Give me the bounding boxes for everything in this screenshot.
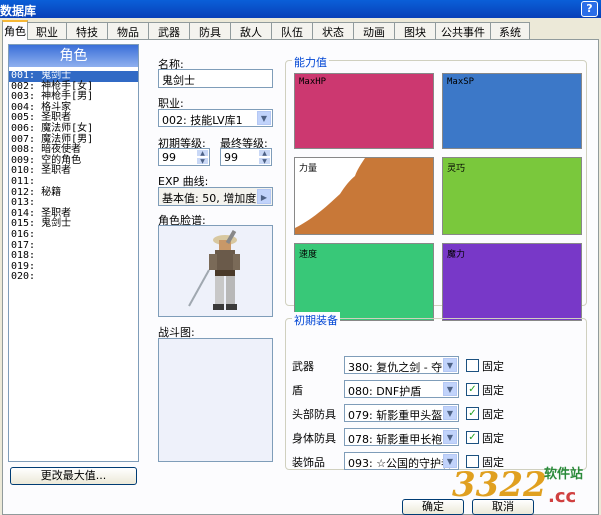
maxsp-curve[interactable]: MaxSP xyxy=(442,73,582,149)
list-item[interactable]: 001: 鬼剑士 xyxy=(9,70,138,82)
tab-troops[interactable]: 队伍 xyxy=(271,22,313,40)
agility-curve[interactable]: 速度 xyxy=(294,243,434,321)
equip-select-value: 380: 复仇之剑 - 夺 xyxy=(348,361,443,374)
final-level-spinner[interactable]: 99 ▲ ▼ xyxy=(220,148,272,166)
tab-animations[interactable]: 动画 xyxy=(353,22,395,40)
agility-label: 速度 xyxy=(299,250,318,260)
chevron-down-icon[interactable]: ▼ xyxy=(443,358,457,372)
spinner-arrows-icon[interactable]: ▲ ▼ xyxy=(196,149,209,165)
equip-select[interactable]: 078: 斩影重甲长袍 ▼ xyxy=(344,428,459,446)
title-bar: 数据库 ? xyxy=(0,0,601,18)
watermark-text: 软件站 xyxy=(544,467,584,482)
chevron-down-icon[interactable]: ▼ xyxy=(257,111,271,125)
equip-select[interactable]: 093: ☆公国的守护者 ▼ xyxy=(344,452,459,470)
equip-select[interactable]: 380: 复仇之剑 - 夺 ▼ xyxy=(344,356,459,374)
tab-states[interactable]: 状态 xyxy=(312,22,354,40)
watermark-number: 3322 xyxy=(452,465,547,505)
window-title: 数据库 xyxy=(0,4,37,18)
character-graphic[interactable] xyxy=(158,225,273,317)
stats-group-title: 能力值 xyxy=(292,54,329,70)
tab-enemies[interactable]: 敌人 xyxy=(230,22,272,40)
fixed-checkbox[interactable]: ✓ xyxy=(466,383,479,396)
fixed-label: 固定 xyxy=(482,432,504,445)
spinner-arrows-icon[interactable]: ▲ ▼ xyxy=(258,149,271,165)
fixed-checkbox[interactable]: ✓ xyxy=(466,431,479,444)
change-max-button[interactable]: 更改最大值... xyxy=(10,467,137,485)
fixed-checkbox[interactable]: ✓ xyxy=(466,407,479,420)
list-item[interactable]: 016: xyxy=(9,229,138,241)
intelligence-label: 魔力 xyxy=(447,250,466,260)
maxhp-label: MaxHP xyxy=(299,77,327,87)
equip-select-value: 078: 斩影重甲长袍 xyxy=(348,433,443,446)
fixed-checkbox[interactable] xyxy=(466,359,479,372)
equip-select[interactable]: 079: 斩影重甲头盔 ▼ xyxy=(344,404,459,422)
help-button[interactable]: ? xyxy=(581,1,598,17)
list-item[interactable]: 011: xyxy=(9,176,138,188)
maxsp-label: MaxSP xyxy=(447,77,475,87)
equipment-group-title: 初期装备 xyxy=(292,312,340,328)
initial-level-value: 99 xyxy=(162,151,176,164)
chevron-down-icon[interactable]: ▼ xyxy=(443,382,457,396)
list-item[interactable]: 020: xyxy=(9,272,138,283)
exp-curve-value: 基本值: 50, 增加度 xyxy=(162,192,257,205)
equip-select-value: 079: 斩影重甲头盔 xyxy=(348,409,443,422)
list-item[interactable]: 006: 魔法师[女] xyxy=(9,123,138,135)
actor-list[interactable]: 角色 001: 鬼剑士 002: 神枪手[女] 003: 神枪手[男] 004: 格斗… xyxy=(8,44,139,462)
swordsman-sprite xyxy=(188,229,240,310)
chevron-down-icon[interactable]: ▼ xyxy=(443,406,457,420)
chevron-right-icon[interactable]: ▶ xyxy=(257,189,271,204)
tab-common-events[interactable]: 公共事件 xyxy=(435,22,491,40)
name-input[interactable]: 鬼剑士 xyxy=(158,69,273,88)
maxhp-curve[interactable]: MaxHP xyxy=(294,73,434,149)
intelligence-curve[interactable]: 魔力 xyxy=(442,243,582,321)
class-select[interactable]: 002: 技能LV库1 ▼ xyxy=(158,109,273,127)
chevron-down-icon[interactable]: ▼ xyxy=(443,430,457,444)
strength-label: 力量 xyxy=(299,164,318,174)
tab-actors[interactable]: 角色 xyxy=(2,20,28,40)
equip-slot-label: 头部防具 xyxy=(292,408,336,421)
dexterity-label: 灵巧 xyxy=(447,164,466,174)
tab-system[interactable]: 系统 xyxy=(490,22,530,40)
tab-armors[interactable]: 防具 xyxy=(189,22,231,40)
equip-slot-label: 盾 xyxy=(292,384,303,397)
tab-tilesets[interactable]: 图块 xyxy=(394,22,436,40)
fixed-label: 固定 xyxy=(482,384,504,397)
tab-weapons[interactable]: 武器 xyxy=(148,22,190,40)
actor-list-header: 角色 xyxy=(9,45,138,67)
initial-level-spinner[interactable]: 99 ▲ ▼ xyxy=(158,148,210,166)
tab-items[interactable]: 物品 xyxy=(107,22,149,40)
equip-slot-label: 装饰品 xyxy=(292,456,325,469)
final-level-value: 99 xyxy=(224,151,238,164)
dexterity-curve[interactable]: 灵巧 xyxy=(442,157,582,235)
equip-slot-label: 身体防具 xyxy=(292,432,336,445)
equip-select-value: 080: DNF护盾 xyxy=(348,385,422,398)
class-select-value: 002: 技能LV库1 xyxy=(162,114,243,127)
tab-bar: 角色 职业 特技 物品 武器 防具 敌人 队伍 状态 动画 图块 公共事件 系统 xyxy=(2,20,530,40)
battle-graphic[interactable] xyxy=(158,338,273,462)
watermark-domain: .cc xyxy=(548,486,577,507)
tab-skills[interactable]: 特技 xyxy=(66,22,108,40)
exp-curve-field[interactable]: 基本值: 50, 增加度 ▶ xyxy=(158,187,273,206)
fixed-label: 固定 xyxy=(482,360,504,373)
strength-curve[interactable]: 力量 xyxy=(294,157,434,235)
tab-classes[interactable]: 职业 xyxy=(27,22,67,40)
equip-select[interactable]: 080: DNF护盾 ▼ xyxy=(344,380,459,398)
fixed-label: 固定 xyxy=(482,408,504,421)
equip-slot-label: 武器 xyxy=(292,360,314,373)
equip-select-value: 093: ☆公国的守护者 xyxy=(348,457,453,470)
